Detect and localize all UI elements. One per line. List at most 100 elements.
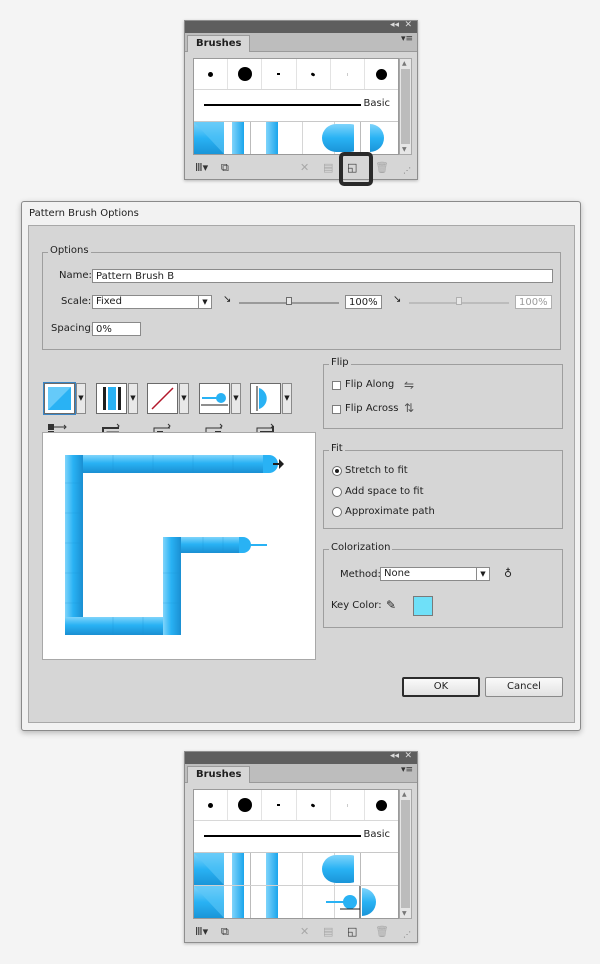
- pattern-brush-b-preview: [194, 886, 376, 918]
- scroll-thumb[interactable]: [401, 800, 410, 908]
- options-of-selected-icon[interactable]: ▤: [323, 925, 333, 938]
- close-icon[interactable]: ✕: [404, 20, 412, 30]
- scroll-up-arrow-icon[interactable]: ▲: [402, 60, 407, 67]
- scale-max-slider-thumb: [456, 297, 462, 305]
- side-tile-button[interactable]: [43, 382, 76, 415]
- flip-along-checkbox[interactable]: [332, 381, 341, 390]
- scroll-up-arrow-icon[interactable]: ▲: [402, 791, 407, 798]
- resize-grip-icon[interactable]: ⋰: [403, 930, 411, 939]
- pattern-brush-row[interactable]: [194, 853, 398, 886]
- brush-oval-small[interactable]: [297, 790, 331, 820]
- colorization-legend: Colorization: [329, 542, 393, 553]
- new-brush-icon[interactable]: ◱: [347, 925, 357, 938]
- dialog-title: Pattern Brush Options: [29, 208, 139, 219]
- delete-brush-icon[interactable]: 🗑: [375, 925, 389, 938]
- brush-dot-medium[interactable]: [365, 790, 398, 820]
- brushes-panel-top: ◂◂ ✕ Brushes ▾≡ Basic ▲ ▼ Ⅲ▾ ⧉ ✕ ▤ ◱ 🗑 ⋰: [184, 20, 418, 180]
- flip-across-checkbox[interactable]: [332, 405, 341, 414]
- brush-oval-small[interactable]: [297, 59, 331, 89]
- side-tile-preview: [48, 387, 71, 410]
- collapse-icon[interactable]: ◂◂: [390, 751, 399, 761]
- outer-corner-tile-dropdown[interactable]: ▼: [128, 383, 138, 414]
- resize-grip-icon[interactable]: ⋰: [403, 166, 411, 175]
- start-tile-dropdown[interactable]: ▼: [231, 383, 241, 414]
- brush-dot-large[interactable]: [228, 790, 263, 820]
- libraries-panel-icon[interactable]: ⧉: [221, 925, 229, 939]
- scale-dropdown-value: Fixed: [96, 296, 122, 307]
- delete-brush-icon[interactable]: 🗑: [375, 161, 389, 174]
- scale-pressure-icon: ↘: [223, 294, 232, 305]
- tab-brushes[interactable]: Brushes: [187, 35, 251, 52]
- panel-title-bar[interactable]: ◂◂ ✕: [185, 20, 417, 33]
- scale-slider-thumb[interactable]: [286, 297, 292, 305]
- eyedropper-icon[interactable]: ✎: [386, 598, 396, 612]
- add-space-to-fit-radio[interactable]: [332, 487, 342, 497]
- scroll-down-arrow-icon[interactable]: ▼: [402, 910, 407, 917]
- brush-dot-faint[interactable]: [331, 59, 365, 89]
- brush-list-scrollbar[interactable]: ▲ ▼: [399, 58, 412, 155]
- brush-dot-small[interactable]: [194, 790, 229, 820]
- flip-along-icon: ⇋: [404, 378, 415, 392]
- brush-libraries-menu-icon[interactable]: Ⅲ▾: [195, 925, 208, 938]
- tab-brushes[interactable]: Brushes: [187, 766, 251, 783]
- options-of-selected-icon[interactable]: ▤: [323, 161, 333, 174]
- pattern-brush-row[interactable]: [194, 122, 398, 154]
- calligraphic-brush-row: [194, 59, 398, 90]
- stretch-to-fit-label: Stretch to fit: [345, 465, 408, 476]
- brush-dot-small[interactable]: [194, 59, 229, 89]
- panel-title-bar[interactable]: ◂◂ ✕: [185, 751, 417, 764]
- brush-dash-small[interactable]: [262, 59, 297, 89]
- brush-libraries-menu-icon[interactable]: Ⅲ▾: [195, 161, 208, 174]
- tips-lightbulb-icon[interactable]: ♁: [504, 567, 512, 580]
- brush-list-scrollbar[interactable]: ▲ ▼: [399, 789, 412, 919]
- brush-dot-faint[interactable]: [331, 790, 365, 820]
- flip-legend: Flip: [329, 357, 351, 368]
- key-color-label: Key Color:: [331, 600, 382, 611]
- add-space-to-fit-label: Add space to fit: [345, 486, 424, 497]
- ok-button[interactable]: OK: [402, 677, 480, 697]
- libraries-panel-icon[interactable]: ⧉: [221, 161, 229, 175]
- scroll-thumb[interactable]: [401, 69, 410, 144]
- stretch-to-fit-radio[interactable]: [332, 466, 342, 476]
- name-field[interactable]: Pattern Brush B: [92, 269, 553, 283]
- dialog-body: Options Name: Pattern Brush B Scale: Fix…: [28, 225, 575, 723]
- brush-dot-medium[interactable]: [365, 59, 398, 89]
- basic-brush-label: Basic: [363, 829, 390, 840]
- pattern-brush-a-preview: [194, 122, 384, 154]
- key-color-swatch[interactable]: [413, 596, 433, 616]
- options-group: Options Name: Pattern Brush B Scale: Fix…: [42, 245, 561, 350]
- close-icon[interactable]: ✕: [404, 751, 412, 761]
- approximate-path-radio[interactable]: [332, 507, 342, 517]
- calligraphic-brush-row: [194, 790, 398, 821]
- scroll-down-arrow-icon[interactable]: ▼: [402, 146, 407, 153]
- end-tile-button[interactable]: [250, 383, 281, 414]
- scale-label: Scale:: [61, 296, 92, 307]
- remove-brush-stroke-icon[interactable]: ✕: [300, 925, 309, 938]
- name-label: Name:: [59, 270, 92, 281]
- chevron-down-icon: ▼: [198, 296, 211, 308]
- basic-brush-row[interactable]: Basic: [194, 90, 398, 122]
- end-tile-dropdown[interactable]: ▼: [282, 383, 292, 414]
- panel-menu-icon[interactable]: ▾≡: [401, 765, 413, 775]
- flip-group: Flip Flip Along ⇋ Flip Across ⇅: [323, 357, 563, 429]
- outer-corner-tile-button[interactable]: [96, 383, 127, 414]
- basic-brush-row[interactable]: Basic: [194, 821, 398, 853]
- approximate-path-label: Approximate path: [345, 506, 435, 517]
- scale-max-percent-field: 100%: [515, 295, 552, 309]
- scale-dropdown[interactable]: Fixed ▼: [92, 295, 212, 309]
- inner-corner-tile-button[interactable]: [147, 383, 178, 414]
- brush-dot-large[interactable]: [228, 59, 263, 89]
- remove-brush-stroke-icon[interactable]: ✕: [300, 161, 309, 174]
- pattern-brush-b-row[interactable]: [194, 886, 398, 918]
- cancel-button[interactable]: Cancel: [485, 677, 563, 697]
- method-dropdown[interactable]: None ▼: [380, 567, 490, 581]
- scale-percent-field[interactable]: 100%: [345, 295, 382, 309]
- collapse-icon[interactable]: ◂◂: [390, 20, 399, 30]
- inner-corner-tile-dropdown[interactable]: ▼: [179, 383, 189, 414]
- start-tile-preview: [201, 393, 228, 406]
- spacing-field[interactable]: 0%: [92, 322, 141, 336]
- side-tile-dropdown[interactable]: ▼: [76, 383, 86, 414]
- panel-menu-icon[interactable]: ▾≡: [401, 34, 413, 44]
- brush-dash-small[interactable]: [262, 790, 297, 820]
- start-tile-button[interactable]: [199, 383, 230, 414]
